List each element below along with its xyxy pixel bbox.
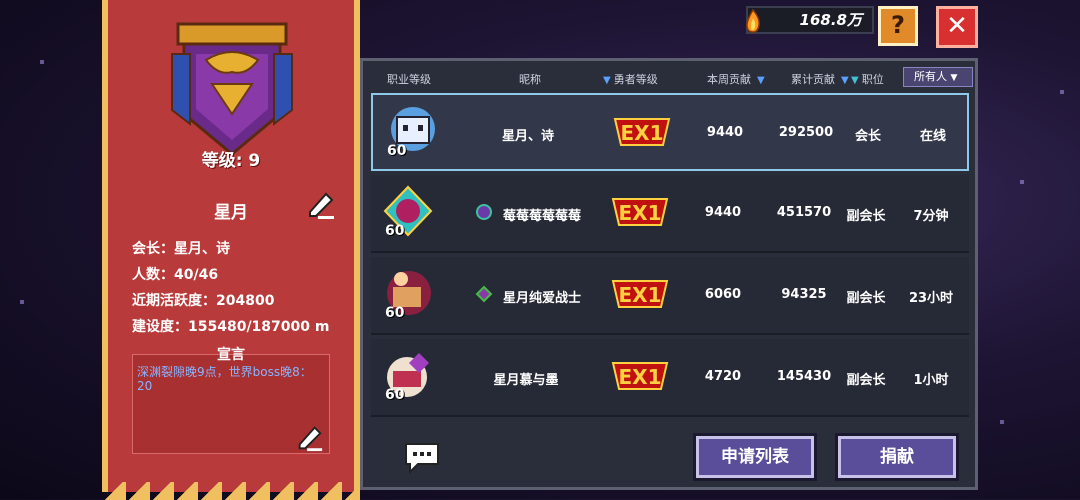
- header-total-contrib[interactable]: 累计贡献 ▼: [791, 71, 852, 87]
- sort-arrow-icon: ▼: [603, 75, 611, 86]
- member-filter-dropdown[interactable]: 所有人 ▼: [903, 67, 973, 87]
- member-name: 星月纯爱战士: [502, 291, 581, 306]
- guild-level: 等级: 9: [201, 151, 261, 171]
- total-contribution: 292500: [778, 125, 834, 140]
- member-row[interactable]: 60 莓莓莓莓莓莓 EX1 9440 451570 副会长 7分钟: [371, 175, 969, 253]
- member-role: 副会长: [846, 209, 886, 224]
- week-contribution: 9440: [706, 125, 744, 140]
- declaration-text: 深渊裂隙晚9点，世界boss晚8：20: [137, 365, 312, 393]
- member-list-panel: 职业等级 昵称 ▼ 勇者等级 本周贡献 ▼ 累计贡献 ▼ ▼ 职位 所有人 ▼ 60 星…: [360, 58, 978, 490]
- close-button[interactable]: ✕: [936, 6, 978, 48]
- week-contribution: 9440: [704, 205, 742, 220]
- svg-text:EX1: EX1: [619, 201, 662, 225]
- guild-banner: 等级: 9 星月 会长：星月、诗 人数：40/46 近期活跃度：204800 建…: [102, 0, 360, 500]
- member-role: 会长: [854, 129, 881, 144]
- apply-list-button[interactable]: 申请列表: [693, 433, 817, 481]
- star-decoration: [1060, 90, 1064, 94]
- donate-button[interactable]: 捐献: [835, 433, 959, 481]
- guild-construction: 建设度：155480/187000 m: [132, 319, 330, 335]
- member-role: 副会长: [846, 291, 886, 306]
- chat-bubble-icon[interactable]: [402, 440, 442, 474]
- star-decoration: [1020, 180, 1024, 184]
- member-row[interactable]: 60 星月、诗 EX1 9440 292500 会长 在线: [371, 93, 969, 171]
- ex-rank-badge-icon: EX1: [611, 280, 669, 308]
- ex-rank-badge-icon: EX1: [611, 362, 669, 390]
- svg-text:EX1: EX1: [621, 121, 664, 145]
- guild-emblem-icon: [171, 22, 293, 156]
- member-role: 副会长: [846, 373, 886, 388]
- guild-role-icon: [475, 285, 493, 303]
- svg-text:EX1: EX1: [619, 283, 662, 307]
- member-name: 星月、诗: [501, 129, 554, 144]
- member-row[interactable]: 60 星月慕与墨 EX1 4720 145430 副会长 1小时: [371, 339, 969, 417]
- coin-counter: 168.8万: [746, 6, 874, 34]
- edit-name-pencil-icon[interactable]: [304, 188, 336, 220]
- member-status: 23小时: [908, 291, 954, 306]
- header-hero-level[interactable]: ▼ 勇者等级: [603, 71, 658, 87]
- member-level: 60: [385, 305, 405, 321]
- member-level: 60: [387, 143, 407, 159]
- guild-role-icon: [476, 204, 492, 220]
- week-contribution: 4720: [704, 369, 742, 384]
- flame-currency-icon: [746, 8, 760, 33]
- star-decoration: [20, 300, 24, 304]
- total-contribution: 451570: [776, 205, 832, 220]
- header-position[interactable]: ▼ 职位: [851, 71, 884, 87]
- ex-rank-badge-icon: EX1: [613, 118, 671, 146]
- sort-arrow-icon: ▼: [841, 75, 849, 86]
- header-job-level: 职业等级: [387, 73, 431, 86]
- guild-activity: 近期活跃度：204800: [132, 293, 275, 309]
- svg-text:EX1: EX1: [619, 365, 662, 389]
- chevron-down-icon: ▼: [950, 73, 958, 83]
- header-nickname: 昵称: [519, 73, 541, 86]
- guild-members: 人数：40/46: [132, 267, 219, 283]
- sort-arrow-icon: ▼: [851, 75, 859, 86]
- edit-declaration-pencil-icon[interactable]: [294, 422, 324, 452]
- declaration-title: 宣言: [217, 347, 245, 363]
- member-name: 星月慕与墨: [493, 373, 559, 388]
- guild-leader: 会长：星月、诗: [132, 241, 230, 257]
- member-row[interactable]: 60 星月纯爱战士 EX1 6060 94325 副会长 23小时: [371, 257, 969, 335]
- ex-rank-badge-icon: EX1: [611, 198, 669, 226]
- member-level: 60: [385, 223, 405, 239]
- member-name: 莓莓莓莓莓莓: [502, 209, 581, 224]
- total-contribution: 94325: [781, 287, 827, 302]
- star-decoration: [1000, 420, 1004, 424]
- star-decoration: [40, 60, 44, 64]
- member-status: 在线: [919, 129, 946, 144]
- member-status: 7分钟: [913, 209, 949, 224]
- sort-arrow-icon: ▼: [757, 75, 765, 86]
- week-contribution: 6060: [704, 287, 742, 302]
- member-level: 60: [385, 387, 405, 403]
- total-contribution: 145430: [776, 369, 832, 384]
- help-button[interactable]: ?: [878, 6, 918, 46]
- member-status: 1小时: [913, 373, 949, 388]
- header-week-contrib[interactable]: 本周贡献 ▼: [707, 71, 768, 87]
